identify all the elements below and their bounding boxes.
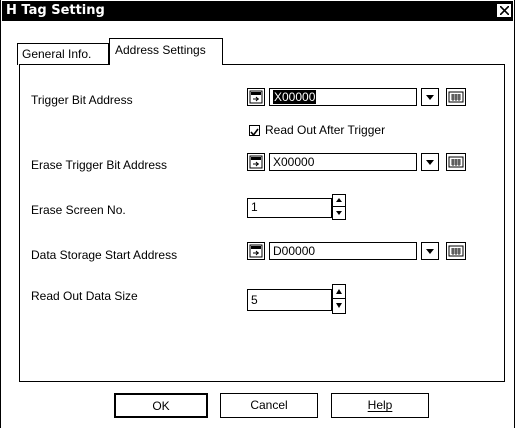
spin-down-button[interactable]: [333, 207, 345, 219]
erase-trigger-bit-keypad-button[interactable]: [446, 153, 466, 171]
trigger-bit-dropdown[interactable]: [421, 88, 439, 106]
spin-down-icon: [336, 211, 342, 215]
tab-address-settings[interactable]: Address Settings: [109, 38, 223, 65]
data-storage-start-label: Data Storage Start Address: [31, 248, 178, 262]
title-bar[interactable]: H Tag Setting: [2, 1, 513, 21]
tab-address-settings-label: Address Settings: [115, 43, 206, 57]
erase-trigger-bit-dropdown[interactable]: [421, 153, 439, 171]
data-storage-start-input[interactable]: D00000: [269, 242, 417, 260]
cancel-button[interactable]: Cancel: [220, 393, 318, 418]
h-tag-setting-dialog: H Tag Setting General Info. Address Sett…: [0, 0, 515, 428]
dropdown-arrow-icon: [426, 95, 434, 100]
data-storage-start-value: D00000: [273, 244, 316, 258]
spin-down-icon: [336, 303, 342, 308]
spin-up-button[interactable]: [333, 195, 345, 207]
trigger-bit-value: X00000: [273, 90, 317, 104]
data-storage-start-picker-button[interactable]: [247, 242, 265, 260]
address-picker-icon: [249, 90, 263, 104]
trigger-bit-keypad-button[interactable]: [446, 88, 466, 106]
window-title: H Tag Setting: [6, 3, 105, 18]
trigger-bit-label: Trigger Bit Address: [31, 93, 133, 107]
erase-screen-no-spinner[interactable]: [332, 194, 346, 220]
read-out-data-size-label: Read Out Data Size: [31, 289, 138, 303]
tab-general-info[interactable]: General Info.: [17, 43, 109, 65]
spin-up-button[interactable]: [333, 285, 345, 299]
trigger-bit-input[interactable]: X00000: [269, 88, 417, 106]
erase-trigger-bit-label: Erase Trigger Bit Address: [31, 158, 168, 172]
read-out-after-trigger-checkbox[interactable]: [249, 125, 260, 137]
help-button-label: Help: [367, 398, 393, 412]
read-out-after-trigger-label: Read Out After Trigger: [265, 123, 386, 137]
address-settings-panel: [19, 64, 505, 382]
spin-up-icon: [336, 289, 342, 294]
dropdown-arrow-icon: [426, 160, 434, 165]
read-out-data-size-input[interactable]: 5: [247, 289, 332, 311]
checkmark-icon: [250, 128, 259, 137]
ok-button[interactable]: OK: [114, 393, 208, 418]
read-out-data-size-spinner[interactable]: [332, 284, 346, 314]
address-picker-icon: [249, 155, 263, 169]
erase-trigger-bit-value: X00000: [273, 155, 315, 169]
close-button[interactable]: [496, 3, 512, 18]
erase-screen-no-input[interactable]: 1: [247, 198, 332, 218]
ok-button-label: OK: [152, 399, 170, 413]
trigger-bit-picker-button[interactable]: [247, 88, 265, 106]
erase-screen-no-label: Erase Screen No.: [31, 203, 126, 217]
keypad-icon: [448, 156, 464, 168]
address-picker-icon: [249, 244, 263, 258]
dropdown-arrow-icon: [426, 249, 434, 254]
close-icon: [500, 6, 509, 15]
data-storage-start-dropdown[interactable]: [421, 242, 439, 260]
help-button[interactable]: Help: [331, 393, 429, 418]
spin-up-icon: [336, 198, 342, 202]
keypad-icon: [448, 245, 464, 257]
read-out-data-size-value: 5: [251, 293, 258, 307]
keypad-icon: [448, 91, 464, 103]
cancel-button-label: Cancel: [250, 398, 288, 412]
data-storage-start-keypad-button[interactable]: [446, 242, 466, 260]
erase-trigger-bit-input[interactable]: X00000: [269, 153, 417, 171]
tab-general-info-label: General Info.: [22, 47, 92, 61]
spin-down-button[interactable]: [333, 299, 345, 313]
erase-trigger-bit-picker-button[interactable]: [247, 153, 265, 171]
erase-screen-no-value: 1: [251, 200, 258, 214]
